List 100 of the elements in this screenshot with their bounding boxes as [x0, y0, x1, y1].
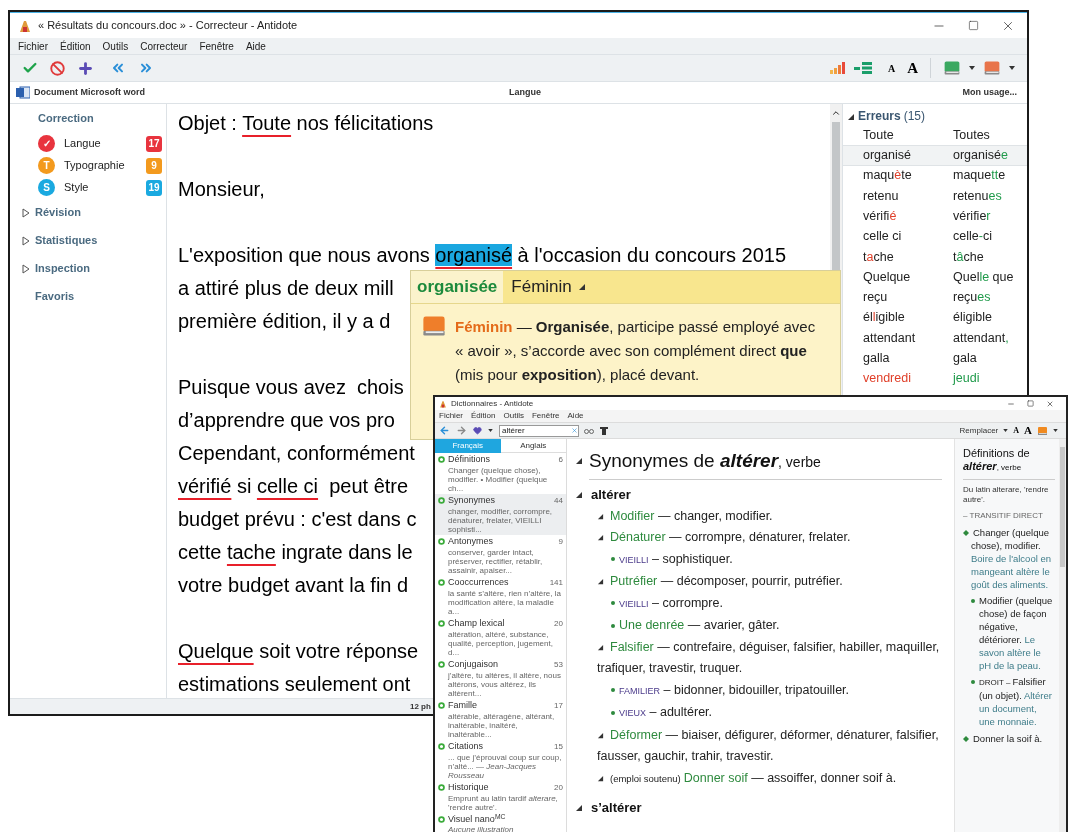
add-icon[interactable] — [77, 59, 94, 77]
flagged-word[interactable]: tache — [226, 541, 276, 563]
menu-item[interactable]: Fichier — [18, 38, 48, 54]
larger-text-button[interactable]: A — [1024, 422, 1032, 439]
expanded-arrow-icon[interactable] — [597, 534, 604, 542]
expanded-arrow-icon[interactable] — [577, 283, 586, 291]
collapsed-arrow-icon[interactable] — [22, 264, 30, 275]
scrollbar[interactable] — [1059, 439, 1066, 832]
ring-icon — [438, 784, 445, 791]
bar-chart-icon[interactable] — [829, 62, 846, 74]
category-label[interactable]: Typographie — [64, 157, 125, 174]
menu-item[interactable]: Édition — [60, 38, 91, 54]
larger-text-button[interactable]: A — [907, 56, 918, 80]
menu-item[interactable]: Fenêtre — [531, 410, 560, 422]
document-text: soit votre réponse — [258, 640, 419, 662]
resource-item[interactable]: Visuel nano$^{MC}$ Aucune illustration — [435, 813, 566, 832]
expanded-arrow-icon[interactable] — [597, 731, 604, 739]
expanded-arrow-icon[interactable] — [597, 512, 604, 520]
dropdown-caret-icon[interactable] — [1053, 429, 1058, 432]
error-row[interactable]: reçu reçues — [843, 287, 1027, 308]
menu-item[interactable]: Édition — [471, 410, 496, 422]
expanded-arrow-icon[interactable] — [575, 457, 583, 466]
scroll-up-icon[interactable] — [831, 108, 841, 118]
back-icon[interactable] — [439, 425, 450, 436]
flagged-word[interactable]: celle ci — [256, 475, 319, 497]
book-icon[interactable] — [1037, 425, 1048, 436]
resource-summary: Emprunt au latin tardif alterare, 'rendre autre'. — [448, 794, 559, 812]
sidebar-section[interactable]: Révision — [35, 204, 81, 221]
resource-item[interactable]: Famille 17 altérable, altéragène, altérant, inaltérable, inaltéré, inaltérable... — [435, 699, 566, 740]
menu-item[interactable]: Aide — [245, 38, 266, 54]
resource-item[interactable]: Historique 20 Emprunt au latin tardif alterare, 'rendre autre'. — [435, 781, 566, 813]
book-icon[interactable] — [943, 60, 961, 76]
maximize-button[interactable] — [1027, 400, 1034, 407]
resource-item[interactable]: Champ lexical 20 altération, altéré, substance, qualité, perception, jugement, d... — [435, 617, 566, 658]
error-row[interactable]: vérifié vérifier — [843, 206, 1027, 227]
dropdown-caret-icon[interactable] — [1003, 429, 1009, 432]
expanded-arrow-icon[interactable] — [597, 643, 604, 651]
flagged-word[interactable]: Toute — [242, 112, 292, 134]
dropdown-caret-icon[interactable] — [969, 66, 975, 70]
smaller-text-button[interactable]: A — [887, 60, 896, 76]
error-row[interactable]: tache tâche — [843, 246, 1027, 268]
error-row[interactable]: élligible éligible — [843, 307, 1027, 328]
resource-item[interactable]: Citations 15 ... que j’éprouvai coup sur coup, n’alté... — Jean-Jacques Rousseau — [435, 740, 566, 781]
menu-item[interactable]: Aide — [567, 410, 584, 422]
error-row[interactable]: galla gala — [843, 348, 1027, 369]
error-row[interactable]: maquète maquette — [843, 165, 1027, 186]
expanded-arrow-icon[interactable] — [597, 774, 604, 782]
resource-count: 141 — [549, 577, 563, 589]
document-text: à l'occasion du concours 2015 — [516, 244, 787, 266]
error-row[interactable]: Toute Toutes — [843, 125, 1027, 146]
menu-item[interactable]: Outils — [503, 410, 524, 422]
resource-item[interactable]: Conjugaison 53 j’altère, tu altères, il altère, nous altérons, vous altérez, ils altèrent... — [435, 658, 566, 699]
headword: s’altérer — [591, 799, 642, 818]
flagged-word[interactable]: Quelque — [178, 640, 254, 662]
tree-icon[interactable] — [853, 62, 872, 74]
expanded-arrow-icon[interactable] — [597, 578, 604, 586]
book-icon[interactable] — [421, 315, 447, 337]
category-label[interactable]: Style — [64, 179, 89, 196]
error-row[interactable]: Quelque Quelle que — [843, 267, 1027, 288]
resource-item[interactable]: Synonymes 44 changer, modifier, corrompre, dénaturer, frelater, VIEILLI sophisti... — [435, 494, 566, 535]
error-row[interactable]: celle ci celle-ci — [843, 226, 1027, 247]
error-row[interactable]: retenu retenues — [843, 185, 1027, 207]
resource-item[interactable]: Définitions 6 Changer (quelque chose), modifier. • Modifier (quelque ch... — [435, 453, 566, 494]
menu-item[interactable]: Fenêtre — [199, 38, 234, 54]
resource-count: 44 — [554, 495, 563, 507]
menu-item[interactable]: Outils — [102, 38, 129, 54]
sidebar-section[interactable]: Inspection — [35, 260, 90, 277]
error-row[interactable]: organisé organisée — [843, 145, 1027, 166]
expanded-arrow-icon[interactable] — [575, 804, 583, 812]
ignore-icon[interactable] — [50, 60, 65, 76]
sidebar-section[interactable]: Favoris — [35, 288, 75, 305]
error-row[interactable]: vendredi jeudi — [843, 368, 1027, 389]
replace-dropdown[interactable]: Remplacer — [959, 424, 999, 437]
flagged-word[interactable]: organisé — [435, 244, 513, 266]
resource-item[interactable]: Cooccurrences 141 la santé s’altère, rien n’altère, la modification altère, la maladie a... — [435, 576, 566, 617]
menu-item[interactable]: Correcteur — [140, 38, 188, 54]
correction-category[interactable]: Féminin — [503, 271, 572, 303]
search-field[interactable]: altérer — [499, 424, 579, 437]
flagged-word[interactable]: vérifié — [178, 475, 232, 497]
close-button[interactable] — [1046, 399, 1054, 408]
sidebar-section[interactable]: Statistiques — [35, 232, 98, 249]
resource-name: Antonymes — [448, 536, 494, 547]
category-label[interactable]: Langue — [64, 135, 101, 152]
collapsed-arrow-icon[interactable] — [22, 208, 30, 219]
resource-name: Synonymes — [448, 495, 496, 506]
forward-icon[interactable] — [456, 425, 467, 436]
window-title: Dictionnaires - Antidote — [451, 397, 534, 410]
dropdown-caret-icon[interactable] — [1009, 66, 1015, 70]
expanded-arrow-icon[interactable] — [847, 112, 855, 121]
menu-item[interactable]: Fichier — [439, 410, 463, 422]
smaller-text-button[interactable]: A — [1013, 424, 1020, 437]
resource-item[interactable]: Antonymes 9 conserver, garder intact, préserver, rectifier, rétablir, assainir, apaiser... — [435, 535, 566, 576]
collapsed-arrow-icon[interactable] — [22, 236, 30, 247]
usage-dropdown[interactable]: Mon usage... — [962, 85, 1017, 100]
dropdown-caret-icon[interactable] — [488, 429, 493, 432]
expanded-arrow-icon[interactable] — [575, 490, 583, 499]
favorite-icon[interactable] — [473, 426, 482, 435]
book-icon[interactable] — [983, 60, 1001, 76]
error-row[interactable]: attendant attendant, — [843, 327, 1027, 349]
maximize-button[interactable] — [968, 20, 979, 31]
